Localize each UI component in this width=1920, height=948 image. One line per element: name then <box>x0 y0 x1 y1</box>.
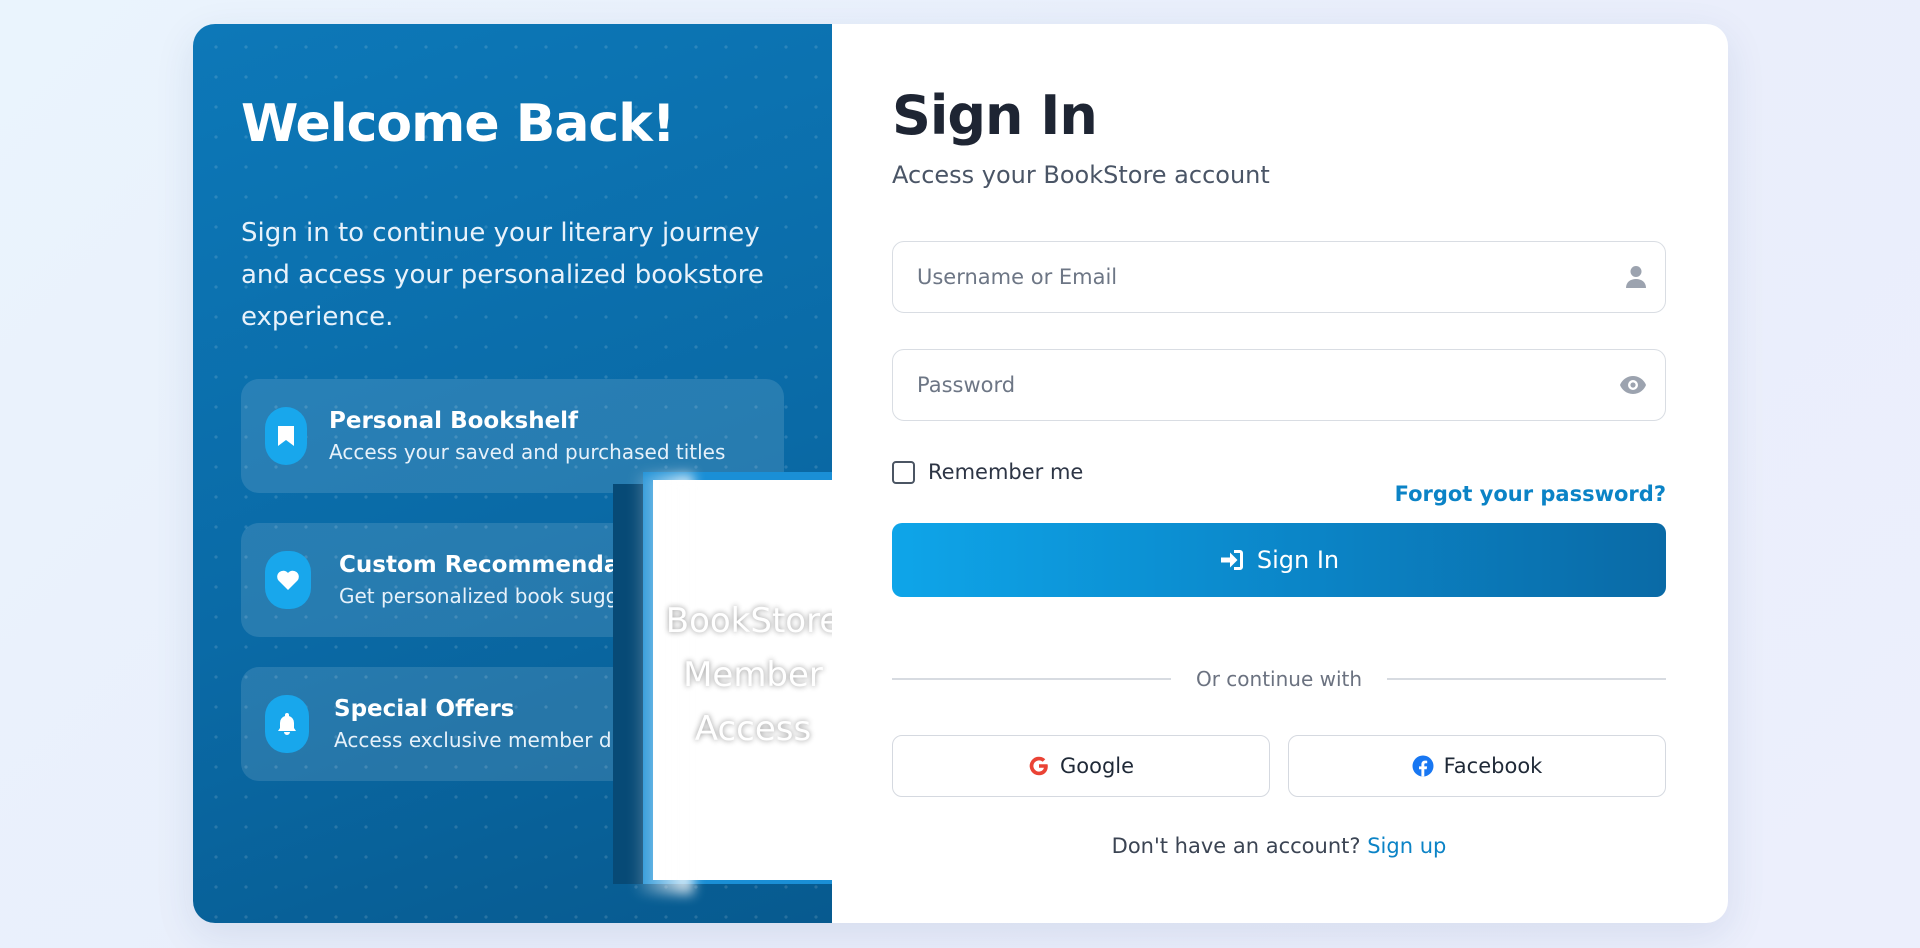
forgot-password-link[interactable]: Forgot your password? <box>1395 482 1666 506</box>
welcome-title: Welcome Back! <box>241 94 676 154</box>
google-button[interactable]: Google <box>892 735 1270 797</box>
signin-button[interactable]: Sign In <box>892 523 1666 597</box>
google-icon <box>1028 755 1050 777</box>
book-line: BookStore <box>665 601 832 641</box>
divider-line <box>1387 678 1667 680</box>
book-line: Member <box>683 655 823 695</box>
user-icon <box>1625 265 1647 289</box>
book-line: Access <box>694 709 812 749</box>
welcome-subtitle: Sign in to continue your literary journe… <box>241 218 764 332</box>
signin-panel: Sign In Access your BookStore account Re… <box>832 24 1728 923</box>
signin-button-label: Sign In <box>1256 546 1340 574</box>
social-divider: Or continue with <box>892 664 1667 694</box>
sign-in-arrow-icon <box>1219 548 1245 572</box>
remember-me[interactable]: Remember me <box>892 460 1083 484</box>
divider-line <box>892 678 1171 680</box>
welcome-panel: Welcome Back! Sign in to continue your l… <box>193 24 832 923</box>
password-input[interactable] <box>917 350 1619 420</box>
heart-icon <box>265 551 311 609</box>
facebook-icon <box>1412 755 1434 777</box>
book-text: BookStore Member Access <box>653 594 832 756</box>
feature-title: Personal Bookshelf <box>329 408 579 434</box>
signin-title: Sign In <box>892 84 1098 147</box>
remember-checkbox[interactable] <box>892 460 915 484</box>
signup-link[interactable]: Sign up <box>1367 834 1446 858</box>
login-card: Welcome Back! Sign in to continue your l… <box>193 24 1728 923</box>
divider-text: Or continue with <box>1195 667 1363 691</box>
facebook-label: Facebook <box>1443 754 1543 778</box>
signin-subtitle: Access your BookStore account <box>892 161 1270 189</box>
remember-label: Remember me <box>928 460 1084 484</box>
username-field[interactable] <box>892 241 1666 313</box>
password-field[interactable] <box>892 349 1666 421</box>
book-illustration: BookStore Member Access <box>613 444 832 894</box>
bell-icon <box>265 695 309 753</box>
signup-prompt: Don't have an account? <box>1111 834 1368 858</box>
signup-row: Don't have an account? Sign up <box>892 834 1666 858</box>
username-input[interactable] <box>917 242 1625 312</box>
facebook-button[interactable]: Facebook <box>1288 735 1666 797</box>
eye-icon[interactable] <box>1619 375 1647 395</box>
google-label: Google <box>1059 754 1135 778</box>
bookmark-icon <box>265 407 307 465</box>
